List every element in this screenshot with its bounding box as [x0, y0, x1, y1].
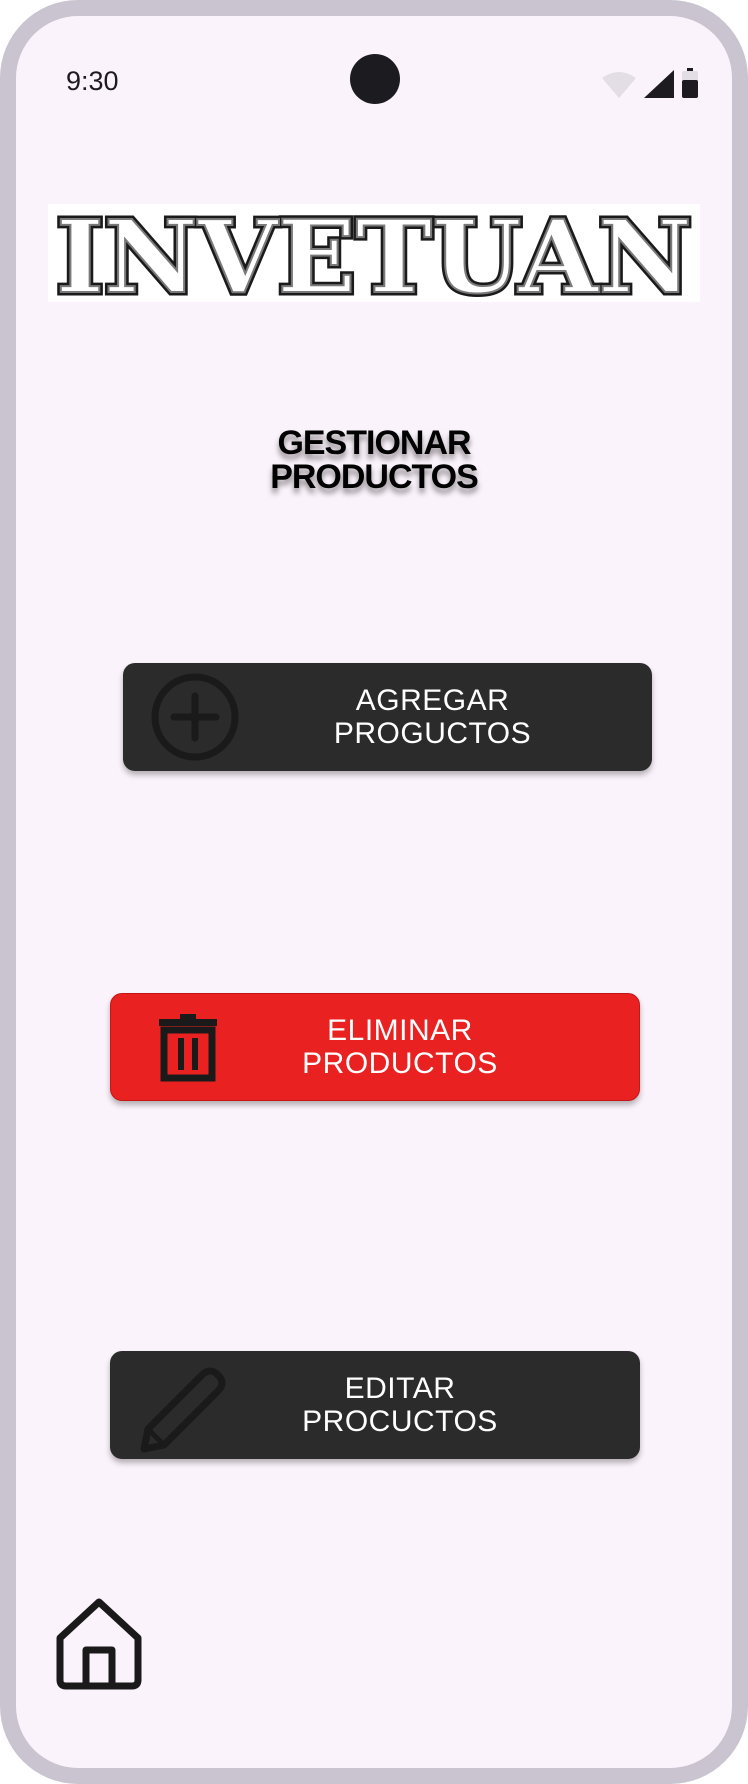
- camera-cutout: [350, 54, 400, 104]
- status-time: 9:30: [66, 66, 119, 96]
- delete-label-line-2: PRODUCTOS: [302, 1047, 498, 1080]
- pencil-icon: [140, 1367, 226, 1453]
- delete-products-label: ELIMINAR PRODUCTOS: [241, 994, 559, 1100]
- app-screen: 9:30 INVETUAN INVETUAN GESTIONAR PRODUCT…: [16, 16, 732, 1768]
- home-icon[interactable]: [54, 1594, 144, 1694]
- page-title: GESTIONAR PRODUCTOS: [16, 426, 732, 494]
- add-products-label: AGREGAR PROGUCTOS: [253, 663, 612, 771]
- edit-label-line-2: PROCUCTOS: [302, 1405, 498, 1438]
- delete-label-line-1: ELIMINAR: [327, 1014, 473, 1047]
- title-line-2: PRODUCTOS: [270, 458, 479, 496]
- edit-label-line-1: EDITAR: [344, 1372, 456, 1405]
- signal-icon: [644, 70, 674, 98]
- edit-products-button[interactable]: EDITAR PROCUCTOS: [110, 1351, 640, 1459]
- add-label-line-2: PROGUCTOS: [333, 717, 532, 750]
- app-logo: INVETUAN INVETUAN: [48, 204, 700, 302]
- edit-products-label: EDITAR PROCUCTOS: [240, 1351, 560, 1459]
- logo-text-inner: INVETUAN: [56, 204, 692, 302]
- add-circle-icon: [151, 673, 239, 761]
- wifi-icon: [602, 72, 636, 98]
- add-products-button[interactable]: AGREGAR PROGUCTOS: [123, 663, 652, 771]
- status-icons: [602, 68, 698, 98]
- add-label-line-1: AGREGAR: [355, 684, 510, 717]
- title-line-1: GESTIONAR: [277, 424, 471, 462]
- device-frame: 9:30 INVETUAN INVETUAN GESTIONAR PRODUCT…: [0, 0, 748, 1784]
- trash-icon: [159, 1014, 217, 1082]
- battery-icon: [682, 68, 698, 98]
- delete-products-button[interactable]: ELIMINAR PRODUCTOS: [110, 993, 640, 1101]
